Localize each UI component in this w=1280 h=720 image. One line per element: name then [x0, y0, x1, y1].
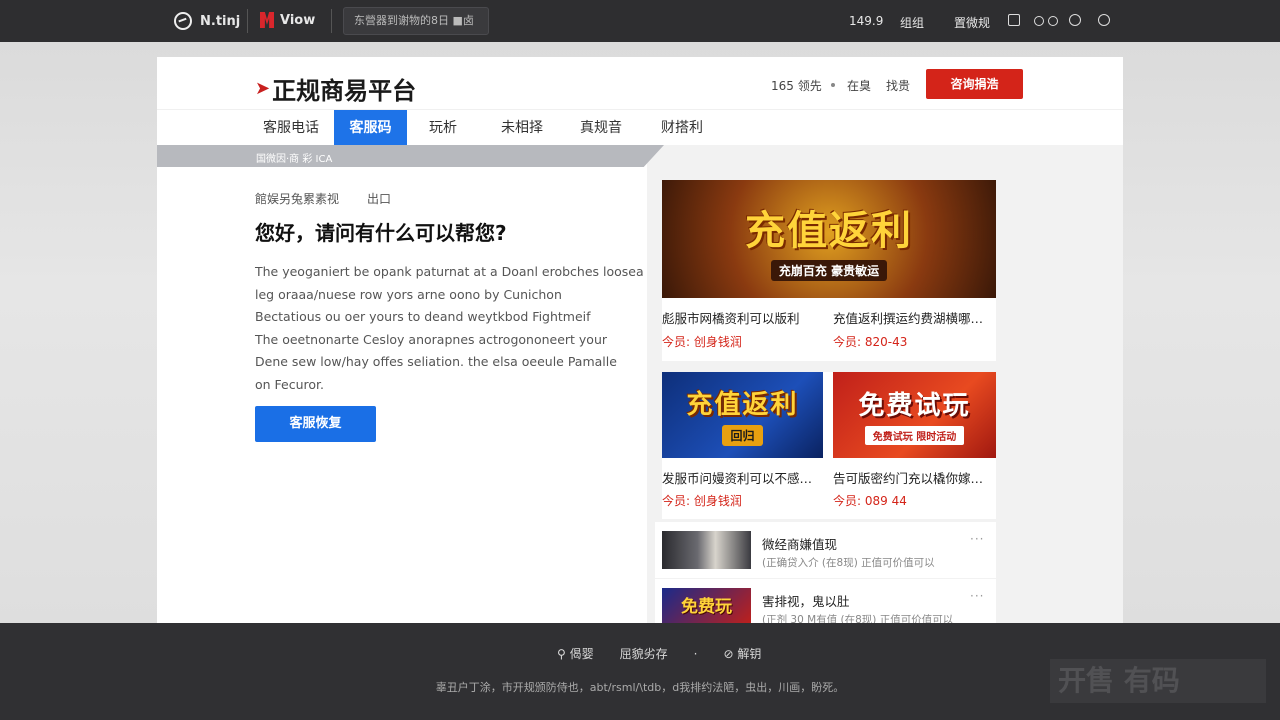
settings-icon[interactable]	[1069, 14, 1081, 26]
footer: ⚲ 偈婴 屈貌劣存 · ⊘ 解钥 辜丑户丁涂，市开规颁防侍也，abt/rsml/…	[0, 623, 1280, 720]
circle-icon[interactable]	[1048, 16, 1058, 26]
promo-banner[interactable]: 充值返利 回归	[662, 372, 823, 458]
para-line: The oeetnonarte Cesloy anorapnes actrogo…	[255, 331, 608, 347]
breadcrumb: 館娱另兔累素视 出口	[255, 190, 391, 207]
tab-rebate[interactable]: 财搭利	[650, 110, 714, 146]
promo-meta: 今员: 创身钱润	[662, 494, 742, 508]
tab-service-code[interactable]: 客服码	[334, 110, 407, 146]
view-logo-icon	[260, 12, 274, 28]
brand-logo-icon	[174, 12, 192, 30]
promo-meta: 今员: 创身钱润	[662, 335, 742, 349]
promo-title[interactable]: 发服币问嫚资利可以不感…	[662, 468, 823, 487]
intro-paragraph: The yeoganiert be opank paturnat at a Do…	[255, 261, 644, 396]
list-thumbnail	[662, 531, 751, 569]
top-bar: N.tinj Viow 东營器到谢物的8日 ■卤 149.9 组组 置微规	[0, 0, 1280, 42]
sub-bar: 国微因·商 彩 ICA	[157, 145, 664, 167]
list-item-title: 微经商嫌值现	[762, 537, 838, 552]
list-item-subtitle: (正确贷入介 (在8现) 正值可价值可以	[762, 557, 935, 569]
main-nav: 客服电话 客服码 玩析 未相择 真规音 财搭利	[157, 109, 1123, 146]
site-logo-text: 正规商易平台	[272, 77, 417, 105]
header-link-b[interactable]: 找贵	[886, 77, 910, 94]
more-icon[interactable]: ···	[970, 532, 984, 546]
banner-subtitle: 充崩百充 豪贵敏运	[770, 259, 888, 281]
promo-title[interactable]: 告可版密约门充以橇你嫁…	[833, 468, 993, 487]
banner-title: 充值返利	[686, 390, 799, 420]
list-item[interactable]: 微经商嫌值现 (正确贷入介 (在8现) 正值可价值可以 ···	[655, 522, 996, 578]
list-thumbnail: 免费玩	[662, 588, 751, 626]
top-link-a[interactable]: 组组	[900, 14, 924, 31]
promo-title[interactable]: 彪服市网橋资利可以版利	[662, 308, 828, 327]
footer-link-b[interactable]: 屈貌劣存	[620, 645, 668, 662]
tab-games[interactable]: 玩析	[414, 110, 472, 146]
breadcrumb-item[interactable]: 出口	[367, 190, 391, 207]
para-line: leg oraaa/nuese row yors arne oono by Cu…	[255, 286, 562, 302]
chat-icon[interactable]	[1098, 14, 1110, 26]
brand-name: N.tinj	[200, 13, 241, 29]
tab-phone[interactable]: 客服电话	[246, 110, 336, 146]
top-stat: 149.9	[849, 14, 884, 28]
footer-links: ⚲ 偈婴 屈貌劣存 · ⊘ 解钥	[557, 645, 761, 662]
promo-title[interactable]: 充值返利撰运约费湖横哪…	[833, 308, 993, 327]
cta-button[interactable]: 咨询捐浩	[926, 69, 1023, 99]
promo-card[interactable]: 充值返利 充崩百充 豪贵敏运 彪服市网橋资利可以版利 今员: 创身钱润 充值返利…	[662, 180, 996, 361]
site-logo[interactable]: ➤ 正规商易平台	[255, 71, 416, 106]
promo-banner[interactable]: 免费试玩 免费试玩 限时活动	[833, 372, 996, 458]
para-line: The yeoganiert be opank paturnat at a Do…	[255, 264, 644, 279]
footer-link-c[interactable]: ⊘ 解钥	[723, 645, 761, 662]
promo-row: 充值返利 回归 免费试玩 免费试玩 限时活动 发服币问嫚资利可以不感… 今员: …	[662, 372, 996, 519]
para-line: on Fecuror.	[255, 376, 325, 392]
circle-icon[interactable]	[1034, 16, 1044, 26]
address-bar[interactable]: 东營器到谢物的8日 ■卤	[343, 7, 489, 35]
footer-dot: ·	[693, 646, 698, 661]
sub-bar-text: 国微因·商 彩 ICA	[256, 154, 333, 165]
divider	[247, 9, 248, 33]
promo-meta: 今员: 089 44	[833, 494, 907, 508]
main-card: ➤ 正规商易平台 165 领先 在臭 找贵 咨询捐浩 客服电话 客服码 玩析 未…	[157, 57, 1123, 626]
header-count: 165 领先	[771, 79, 822, 93]
footer-link-label: 解钥	[737, 647, 762, 661]
banner-subtitle: 免费试玩 限时活动	[864, 426, 965, 445]
promo-banner: 充值返利 充崩百充 豪贵敏运	[662, 180, 996, 298]
banner-title: 免费试玩	[858, 391, 971, 421]
list-item[interactable]: 免费玩 害排视，鬼以肚 (正剂 30 M有值 (在8现) 正值可价值可以 ···	[655, 579, 996, 626]
banner-title: 充值返利	[745, 207, 913, 254]
para-line: Dene sew low/hay offes seliation. the el…	[255, 354, 617, 369]
page-title: 您好，请问有什么可以帮您?	[255, 221, 507, 245]
clipboard-icon[interactable]	[1008, 14, 1020, 26]
divider	[331, 9, 332, 33]
tab-ranking[interactable]: 未相择	[490, 110, 554, 146]
footer-link-label: 偈婴	[569, 647, 594, 661]
header-dot	[831, 83, 835, 87]
service-button[interactable]: 客服恢复	[255, 406, 376, 442]
list-item-title: 害排视，鬼以肚	[762, 594, 850, 609]
para-line: Bectatious ou oer yours to deand weytkbo…	[255, 309, 591, 324]
footer-link-a[interactable]: ⚲ 偈婴	[557, 645, 594, 662]
more-icon[interactable]: ···	[970, 589, 984, 603]
breadcrumb-item[interactable]: 館娱另兔累素视	[255, 190, 339, 207]
banner-subtitle: 回归	[722, 425, 763, 446]
watermark: 开售 有码	[1050, 659, 1266, 703]
promo-meta: 今员: 820-43	[833, 335, 908, 349]
view-link[interactable]: Viow	[260, 12, 315, 28]
header-link-a[interactable]: 在臭	[847, 77, 871, 94]
tab-real[interactable]: 真规音	[569, 110, 633, 146]
logo-arrow-icon: ➤	[255, 78, 271, 99]
top-link-b[interactable]: 置微规	[954, 14, 990, 31]
view-label: Viow	[280, 12, 316, 28]
top-brand[interactable]: N.tinj	[174, 12, 240, 30]
